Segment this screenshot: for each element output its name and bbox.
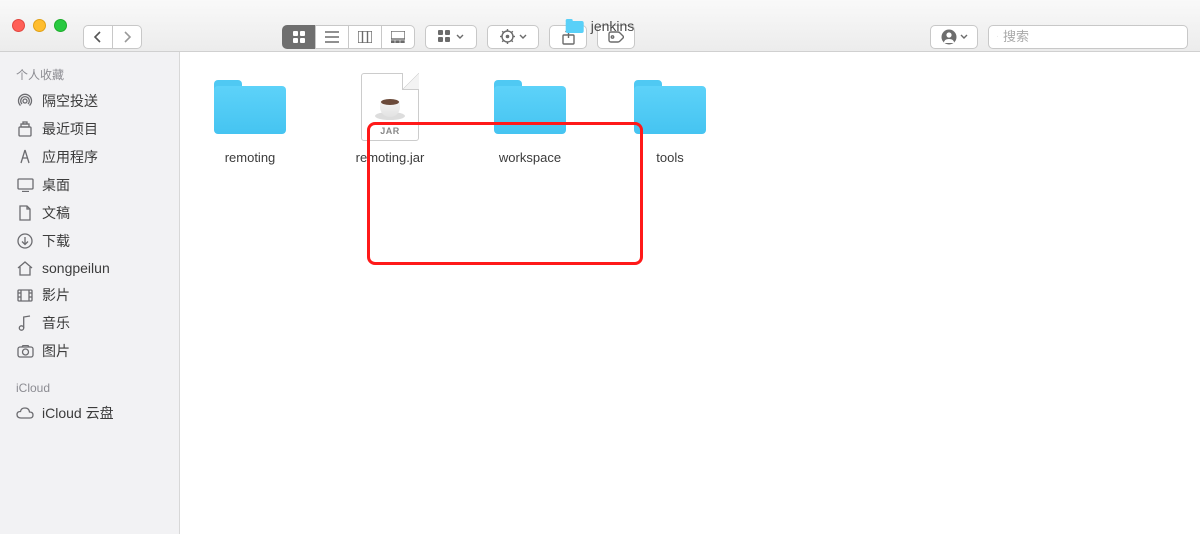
column-view-button[interactable]: [348, 25, 382, 49]
search-input[interactable]: [1003, 29, 1179, 44]
action-button[interactable]: [487, 25, 539, 49]
titlebar: jenkins: [0, 0, 1200, 52]
sidebar-item-applications[interactable]: 应用程序: [0, 143, 179, 171]
file-item-folder[interactable]: remoting: [200, 72, 300, 165]
user-button[interactable]: [930, 25, 978, 49]
jar-icon: JAR: [350, 72, 430, 142]
sidebar-item-pictures[interactable]: 图片: [0, 337, 179, 365]
sidebar-item-label: 隔空投送: [42, 91, 98, 111]
toolbar: [83, 21, 1188, 53]
zoom-button[interactable]: [54, 19, 67, 32]
file-name: remoting: [225, 150, 276, 165]
recent-icon: [16, 120, 34, 138]
forward-button[interactable]: [112, 25, 142, 49]
icloud-title: iCloud: [0, 375, 179, 399]
sidebar-item-label: songpeilun: [42, 260, 110, 276]
folder-icon: [210, 72, 290, 142]
sidebar-item-icloud-drive[interactable]: iCloud 云盘: [0, 399, 179, 427]
file-name: tools: [656, 150, 683, 165]
music-icon: [16, 314, 34, 332]
window-title: jenkins: [566, 18, 635, 34]
file-item-folder[interactable]: tools: [620, 72, 720, 165]
sidebar-item-label: 音乐: [42, 313, 70, 333]
file-item-folder[interactable]: workspace: [480, 72, 580, 165]
icon-view-button[interactable]: [282, 25, 316, 49]
sidebar-item-airdrop[interactable]: 隔空投送: [0, 87, 179, 115]
sidebar-item-label: 应用程序: [42, 147, 98, 167]
file-name: remoting.jar: [356, 150, 425, 165]
home-icon: [16, 259, 34, 277]
documents-icon: [16, 204, 34, 222]
folder-icon: [490, 72, 570, 142]
file-grid: remoting JAR remoting.jar workspace tool…: [180, 52, 1200, 185]
search-icon: [997, 30, 998, 43]
sidebar-item-movies[interactable]: 影片: [0, 281, 179, 309]
desktop-icon: [16, 176, 34, 194]
close-button[interactable]: [12, 19, 25, 32]
sidebar-item-documents[interactable]: 文稿: [0, 199, 179, 227]
sidebar-item-label: iCloud 云盘: [42, 403, 114, 423]
sidebar-item-desktop[interactable]: 桌面: [0, 171, 179, 199]
window-title-text: jenkins: [591, 18, 635, 34]
view-mode-buttons: [282, 25, 415, 49]
nav-buttons: [83, 25, 142, 49]
list-view-button[interactable]: [315, 25, 349, 49]
jar-badge: JAR: [380, 126, 400, 136]
gallery-view-button[interactable]: [381, 25, 415, 49]
cloud-icon: [16, 404, 34, 422]
sidebar-item-recent[interactable]: 最近项目: [0, 115, 179, 143]
sidebar-item-home[interactable]: songpeilun: [0, 255, 179, 281]
back-button[interactable]: [83, 25, 113, 49]
folder-icon: [630, 72, 710, 142]
favorites-title: 个人收藏: [0, 60, 179, 87]
folder-icon: [566, 19, 584, 33]
sidebar-item-label: 最近项目: [42, 119, 98, 139]
pictures-icon: [16, 342, 34, 360]
sidebar: 个人收藏 隔空投送 最近项目 应用程序 桌面 文稿 下载 songpeilun: [0, 52, 180, 534]
sidebar-item-label: 下载: [42, 231, 70, 251]
sidebar-item-label: 文稿: [42, 203, 70, 223]
file-name: workspace: [499, 150, 561, 165]
movies-icon: [16, 286, 34, 304]
arrange-button[interactable]: [425, 25, 477, 49]
sidebar-item-music[interactable]: 音乐: [0, 309, 179, 337]
search-field[interactable]: [988, 25, 1188, 49]
file-item-jar[interactable]: JAR remoting.jar: [340, 72, 440, 165]
sidebar-item-downloads[interactable]: 下载: [0, 227, 179, 255]
downloads-icon: [16, 232, 34, 250]
window-controls: [12, 19, 67, 32]
airdrop-icon: [16, 92, 34, 110]
sidebar-item-label: 图片: [42, 341, 70, 361]
minimize-button[interactable]: [33, 19, 46, 32]
sidebar-item-label: 桌面: [42, 175, 70, 195]
sidebar-item-label: 影片: [42, 285, 70, 305]
apps-icon: [16, 148, 34, 166]
